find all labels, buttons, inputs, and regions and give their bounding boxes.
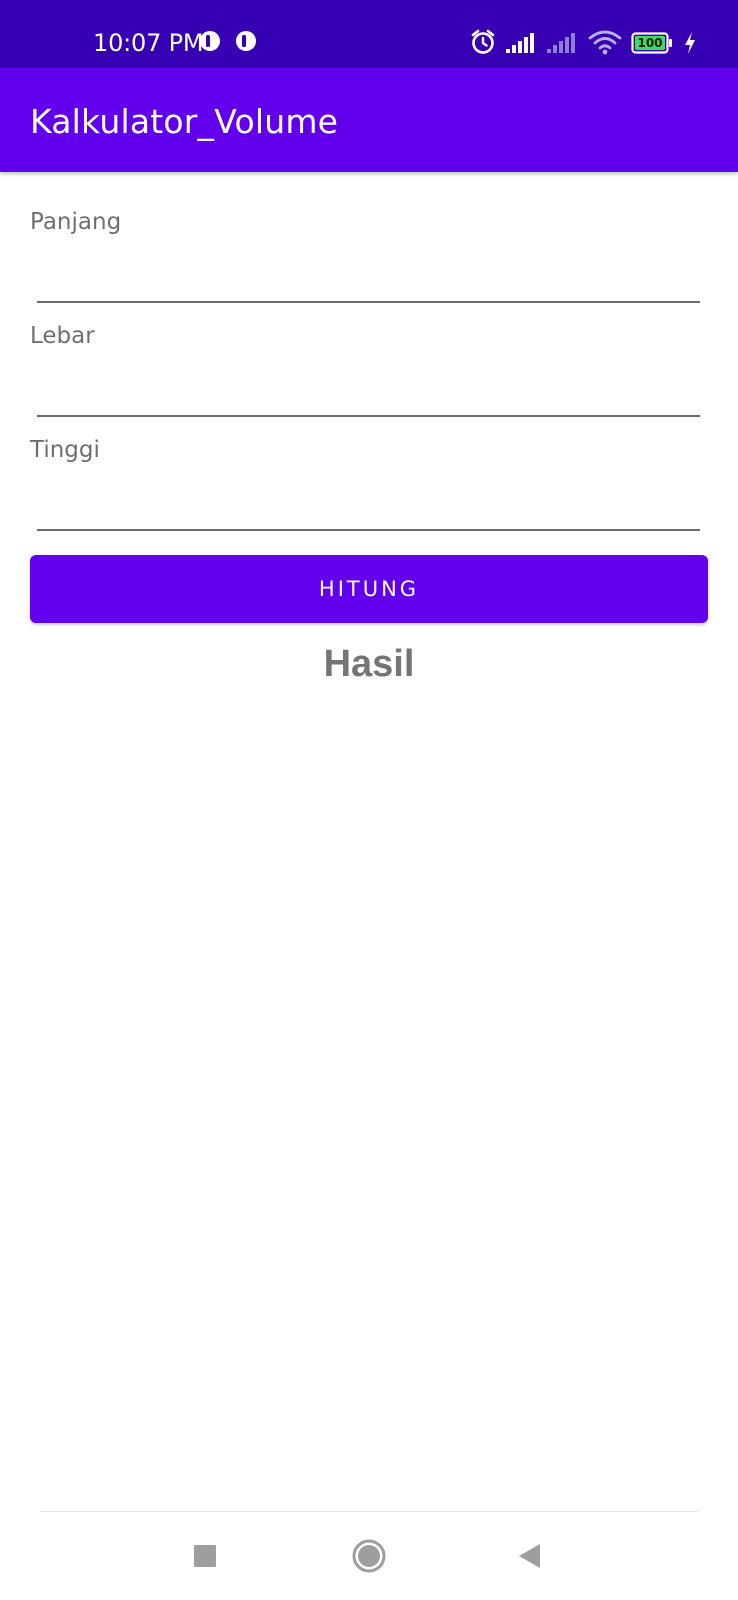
recent-apps-icon xyxy=(194,1545,216,1567)
alarm-icon xyxy=(471,29,495,54)
result-text: Hasil xyxy=(323,643,415,685)
back-icon xyxy=(519,1544,540,1568)
battery-level-text: 100 xyxy=(637,36,663,50)
wifi-icon xyxy=(588,30,622,55)
home-button[interactable] xyxy=(324,1530,414,1582)
signal-strength-icon xyxy=(506,33,534,53)
tinggi-input[interactable] xyxy=(37,485,700,531)
back-button[interactable] xyxy=(485,1530,575,1582)
notification-app-icon xyxy=(236,31,256,51)
hitung-button[interactable]: HITUNG xyxy=(30,555,708,623)
home-icon xyxy=(352,1539,386,1573)
notification-app-icon xyxy=(200,31,220,51)
app-title: Kalkulator_Volume xyxy=(30,102,339,141)
charging-icon xyxy=(685,32,695,54)
recent-apps-button[interactable] xyxy=(160,1530,250,1582)
status-time: 10:07 PM xyxy=(93,29,204,57)
panjang-input[interactable] xyxy=(37,257,700,303)
lebar-label: Lebar xyxy=(30,323,95,349)
tinggi-label: Tinggi xyxy=(30,437,100,463)
status-bar: 10:07 PM 100 xyxy=(0,0,738,68)
app-bar: Kalkulator_Volume xyxy=(0,68,738,172)
signal-strength-icon xyxy=(547,33,575,53)
lebar-input[interactable] xyxy=(37,371,700,417)
nav-divider xyxy=(40,1511,698,1512)
panjang-label: Panjang xyxy=(30,209,122,235)
